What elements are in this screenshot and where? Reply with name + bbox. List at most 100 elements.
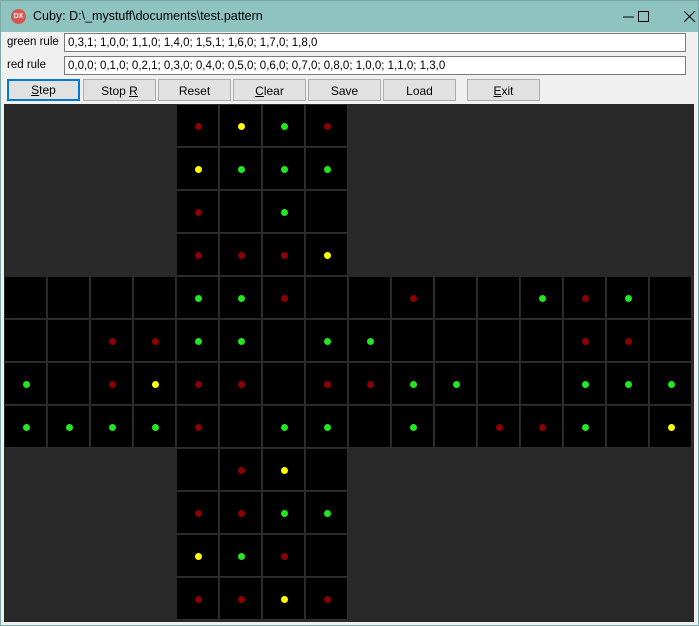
- grid-cell[interactable]: [220, 148, 262, 190]
- grid-cell[interactable]: [564, 277, 606, 319]
- maximize-button[interactable]: [621, 1, 667, 32]
- grid-cell[interactable]: [177, 105, 219, 147]
- grid-cell[interactable]: [521, 363, 563, 405]
- grid-cell[interactable]: [650, 320, 692, 362]
- grid-cell[interactable]: [263, 492, 305, 534]
- grid-cell[interactable]: [392, 406, 434, 448]
- grid-cell[interactable]: [306, 492, 348, 534]
- grid-cell[interactable]: [607, 406, 649, 448]
- grid-cell[interactable]: [177, 535, 219, 577]
- grid-cell[interactable]: [263, 320, 305, 362]
- grid-cell[interactable]: [91, 406, 133, 448]
- grid-cell[interactable]: [220, 406, 262, 448]
- grid-cell[interactable]: [306, 535, 348, 577]
- grid-cell[interactable]: [91, 363, 133, 405]
- close-button[interactable]: [667, 1, 698, 32]
- load-button[interactable]: Load: [383, 79, 456, 101]
- grid-cell[interactable]: [177, 578, 219, 620]
- grid-cell[interactable]: [263, 277, 305, 319]
- grid-cell[interactable]: [263, 406, 305, 448]
- grid-cell[interactable]: [478, 363, 520, 405]
- grid-cell[interactable]: [435, 363, 477, 405]
- exit-button[interactable]: Exit: [467, 79, 540, 101]
- grid-cell[interactable]: [349, 406, 391, 448]
- grid-cell[interactable]: [220, 191, 262, 233]
- grid-cell[interactable]: [349, 277, 391, 319]
- grid-cell[interactable]: [220, 320, 262, 362]
- grid-cell[interactable]: [521, 277, 563, 319]
- grid-cell[interactable]: [134, 406, 176, 448]
- grid-cell[interactable]: [263, 148, 305, 190]
- grid-cell[interactable]: [177, 148, 219, 190]
- grid-cell[interactable]: [263, 363, 305, 405]
- grid-cell[interactable]: [220, 277, 262, 319]
- grid-cell[interactable]: [220, 535, 262, 577]
- grid-cell[interactable]: [263, 105, 305, 147]
- grid-cell[interactable]: [5, 277, 47, 319]
- grid-cell[interactable]: [220, 105, 262, 147]
- grid-cell[interactable]: [177, 492, 219, 534]
- grid-cell[interactable]: [306, 406, 348, 448]
- grid-cell[interactable]: [306, 105, 348, 147]
- grid-cell[interactable]: [392, 277, 434, 319]
- grid-cell[interactable]: [220, 578, 262, 620]
- grid-cell[interactable]: [220, 449, 262, 491]
- grid-cell[interactable]: [564, 406, 606, 448]
- grid-cell[interactable]: [306, 449, 348, 491]
- grid-cell[interactable]: [177, 191, 219, 233]
- grid-cell[interactable]: [263, 535, 305, 577]
- grid-cell[interactable]: [220, 492, 262, 534]
- green-rule-input[interactable]: 0,3,1; 1,0,0; 1,1,0; 1,4,0; 1,5,1; 1,6,0…: [64, 33, 686, 52]
- grid-cell[interactable]: [177, 320, 219, 362]
- grid-cell[interactable]: [349, 363, 391, 405]
- grid-cell[interactable]: [177, 363, 219, 405]
- grid-cell[interactable]: [134, 320, 176, 362]
- grid-cell[interactable]: [521, 406, 563, 448]
- step-button[interactable]: Step: [7, 79, 80, 101]
- grid-cell[interactable]: [392, 363, 434, 405]
- grid-cell[interactable]: [263, 191, 305, 233]
- grid-cell[interactable]: [48, 363, 90, 405]
- grid-cell[interactable]: [306, 578, 348, 620]
- grid-cell[interactable]: [478, 277, 520, 319]
- reset-button[interactable]: Reset: [158, 79, 231, 101]
- grid-cell[interactable]: [607, 277, 649, 319]
- grid-cell[interactable]: [607, 320, 649, 362]
- stop-button[interactable]: Stop R: [83, 79, 156, 101]
- grid-cell[interactable]: [392, 320, 434, 362]
- grid-cell[interactable]: [478, 320, 520, 362]
- grid-cell[interactable]: [177, 406, 219, 448]
- grid-cell[interactable]: [306, 363, 348, 405]
- grid-cell[interactable]: [134, 363, 176, 405]
- grid-cell[interactable]: [435, 406, 477, 448]
- grid-cell[interactable]: [306, 234, 348, 276]
- grid-cell[interactable]: [263, 578, 305, 620]
- grid-cell[interactable]: [650, 406, 692, 448]
- grid-cell[interactable]: [5, 406, 47, 448]
- grid-cell[interactable]: [48, 277, 90, 319]
- grid-cell[interactable]: [435, 320, 477, 362]
- grid-cell[interactable]: [263, 234, 305, 276]
- grid-cell[interactable]: [134, 277, 176, 319]
- grid-cell[interactable]: [564, 320, 606, 362]
- grid-cell[interactable]: [91, 320, 133, 362]
- grid-cell[interactable]: [607, 363, 649, 405]
- save-button[interactable]: Save: [308, 79, 381, 101]
- grid-cell[interactable]: [564, 363, 606, 405]
- grid-cell[interactable]: [48, 406, 90, 448]
- grid-cell[interactable]: [5, 320, 47, 362]
- grid-cell[interactable]: [306, 277, 348, 319]
- grid-cell[interactable]: [177, 449, 219, 491]
- clear-button[interactable]: Clear: [233, 79, 306, 101]
- title-bar[interactable]: DX Cuby: D:\_mystuff\documents\test.patt…: [1, 1, 698, 32]
- grid-cell[interactable]: [478, 406, 520, 448]
- grid-cell[interactable]: [48, 320, 90, 362]
- grid-cell[interactable]: [306, 320, 348, 362]
- grid-cell[interactable]: [349, 320, 391, 362]
- grid-cell[interactable]: [650, 277, 692, 319]
- grid-cell[interactable]: [435, 277, 477, 319]
- grid-cell[interactable]: [650, 363, 692, 405]
- cube-net-canvas[interactable]: [4, 104, 694, 622]
- grid-cell[interactable]: [220, 363, 262, 405]
- grid-cell[interactable]: [177, 234, 219, 276]
